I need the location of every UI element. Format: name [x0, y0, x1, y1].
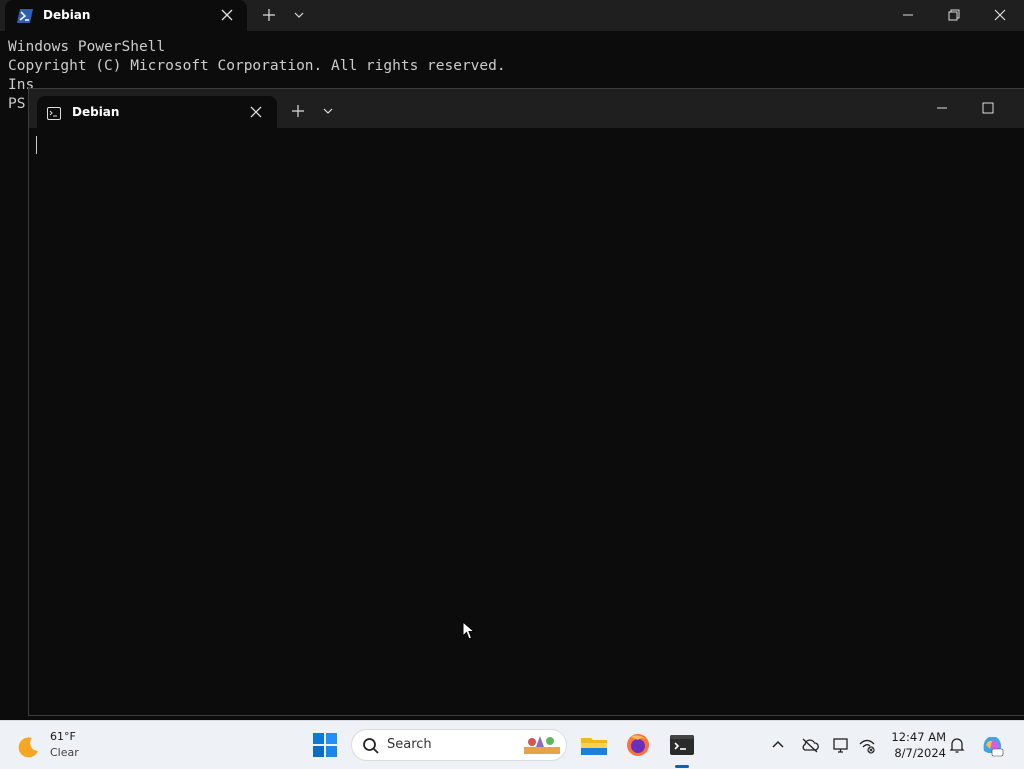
- firefox-icon[interactable]: [622, 729, 654, 761]
- new-tab-icon[interactable]: [289, 102, 307, 120]
- terminal-icon[interactable]: [666, 729, 698, 761]
- clock-date: 8/7/2024: [894, 746, 946, 760]
- terminal-line: Copyright (C) Microsoft Corporation. All…: [8, 58, 506, 74]
- onedrive-icon[interactable]: [801, 736, 819, 754]
- notification-bell-icon[interactable]: [948, 736, 966, 754]
- display-icon[interactable]: [832, 736, 850, 754]
- taskbar: 61°F Clear Search 12:47 AM 8/7/2024: [0, 720, 1024, 769]
- title-bar-front[interactable]: Debian: [29, 89, 1024, 128]
- tab-title: Debian: [72, 105, 120, 119]
- close-tab-icon[interactable]: [219, 6, 235, 24]
- mouse-pointer-icon: [462, 621, 476, 640]
- terminal-tab-icon: [47, 105, 61, 120]
- chevron-down-icon[interactable]: [291, 7, 307, 23]
- new-tab-icon[interactable]: [260, 6, 278, 24]
- start-icon[interactable]: [313, 733, 337, 757]
- search-placeholder: Search: [387, 737, 432, 752]
- weather-condition: Clear: [50, 746, 79, 759]
- minimize-icon[interactable]: [890, 0, 926, 30]
- powershell-icon: [17, 8, 33, 23]
- terminal-window-front[interactable]: Debian: [28, 88, 1024, 716]
- terminal-line: Windows PowerShell: [8, 39, 166, 55]
- file-explorer-icon[interactable]: [578, 729, 610, 761]
- weather-temperature: 61°F: [50, 730, 76, 743]
- weather-widget[interactable]: 61°F Clear: [16, 730, 116, 762]
- network-icon[interactable]: [858, 736, 876, 754]
- close-tab-icon[interactable]: [247, 103, 265, 121]
- copilot-icon[interactable]: [980, 733, 1004, 757]
- minimize-icon[interactable]: [924, 93, 960, 123]
- moon-icon: [18, 737, 38, 758]
- search-icon: [363, 738, 379, 754]
- title-bar-back[interactable]: Debian: [0, 0, 1024, 31]
- chevron-down-icon[interactable]: [320, 103, 336, 119]
- maximize-icon[interactable]: [970, 93, 1006, 123]
- tab-debian-back[interactable]: Debian: [5, 0, 247, 31]
- terminal-cursor: [36, 136, 37, 154]
- chevron-up-icon[interactable]: [769, 736, 787, 754]
- tab-title: Debian: [43, 8, 91, 22]
- search-box[interactable]: Search: [351, 729, 567, 761]
- search-highlight-icon: [524, 736, 560, 754]
- close-window-icon[interactable]: [982, 0, 1018, 30]
- tab-debian-front[interactable]: Debian: [37, 96, 277, 128]
- restore-icon[interactable]: [936, 0, 972, 30]
- clock-time: 12:47 AM: [891, 730, 946, 744]
- system-clock[interactable]: 12:47 AM 8/7/2024: [884, 729, 946, 761]
